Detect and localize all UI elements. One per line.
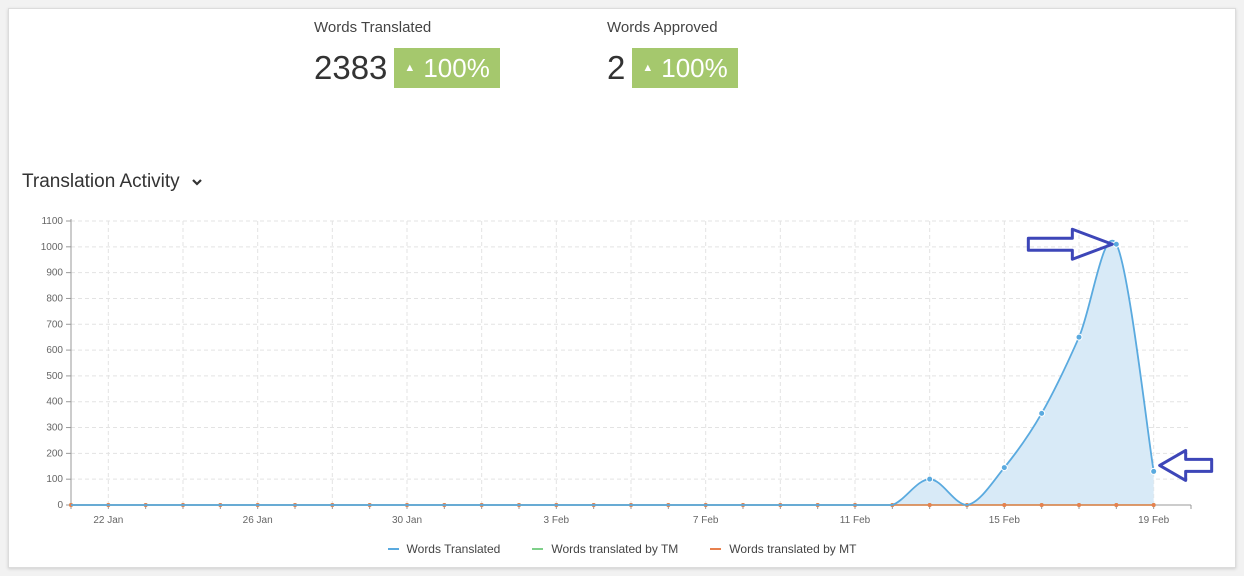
x-tick-label: 7 Feb (693, 515, 719, 526)
series-line-translated (71, 240, 1155, 506)
data-point (1075, 333, 1083, 341)
x-tick-label: 15 Feb (989, 515, 1021, 526)
x-tick-label: 30 Jan (392, 515, 422, 526)
x-tick-label: 19 Feb (1138, 515, 1170, 526)
legend-swatch (387, 548, 399, 550)
translation-activity-chart: 0 100 200 300 400 500 600 700 800 900 1000 1100 22 J… (41, 216, 1214, 526)
annotation-arrow (1026, 227, 1114, 261)
data-point (927, 503, 932, 507)
annotation-arrow (1158, 448, 1214, 482)
legend-label: Words Translated (406, 542, 501, 556)
data-point (1151, 503, 1156, 507)
data-point (1002, 503, 1007, 507)
data-point (1038, 409, 1046, 417)
data-point (1112, 240, 1120, 248)
y-tick-label: 900 (46, 268, 63, 279)
legend-item[interactable]: Words Translated (387, 542, 501, 556)
data-point (1000, 464, 1008, 472)
x-tick-label: 22 Jan (93, 515, 123, 526)
data-point (1150, 467, 1158, 475)
legend-label: Words translated by MT (729, 542, 857, 556)
legend-swatch (532, 548, 544, 550)
data-point (1114, 503, 1119, 507)
data-point (926, 475, 934, 483)
y-tick-label: 1100 (41, 216, 63, 227)
y-tick-label: 500 (46, 371, 63, 382)
y-tick-label: 700 (46, 319, 63, 330)
dashboard-panel: Words Translated 2383 ▲ 100% Words Appro… (8, 8, 1236, 568)
data-point (1039, 503, 1044, 507)
x-tick-label: 11 Feb (840, 515, 871, 526)
legend-item[interactable]: Words translated by TM (532, 542, 678, 556)
chart-legend: Words Translated Words translated by TM … (9, 542, 1235, 556)
legend-item[interactable]: Words translated by MT (710, 542, 856, 556)
y-tick-label: 1000 (41, 242, 64, 253)
y-tick-label: 300 (46, 423, 63, 434)
y-tick-label: 600 (46, 345, 63, 356)
y-tick-label: 800 (46, 293, 63, 304)
x-tick-label: 3 Feb (544, 515, 570, 526)
legend-label: Words translated by TM (551, 542, 679, 556)
y-tick-label: 100 (46, 474, 63, 485)
translated-area (71, 240, 1154, 506)
x-tick-label: 26 Jan (243, 515, 273, 526)
data-point (1077, 503, 1081, 507)
legend-swatch (710, 548, 722, 550)
y-tick-label: 200 (46, 448, 63, 459)
y-tick-label: 0 (57, 500, 63, 511)
y-tick-label: 400 (46, 397, 63, 408)
